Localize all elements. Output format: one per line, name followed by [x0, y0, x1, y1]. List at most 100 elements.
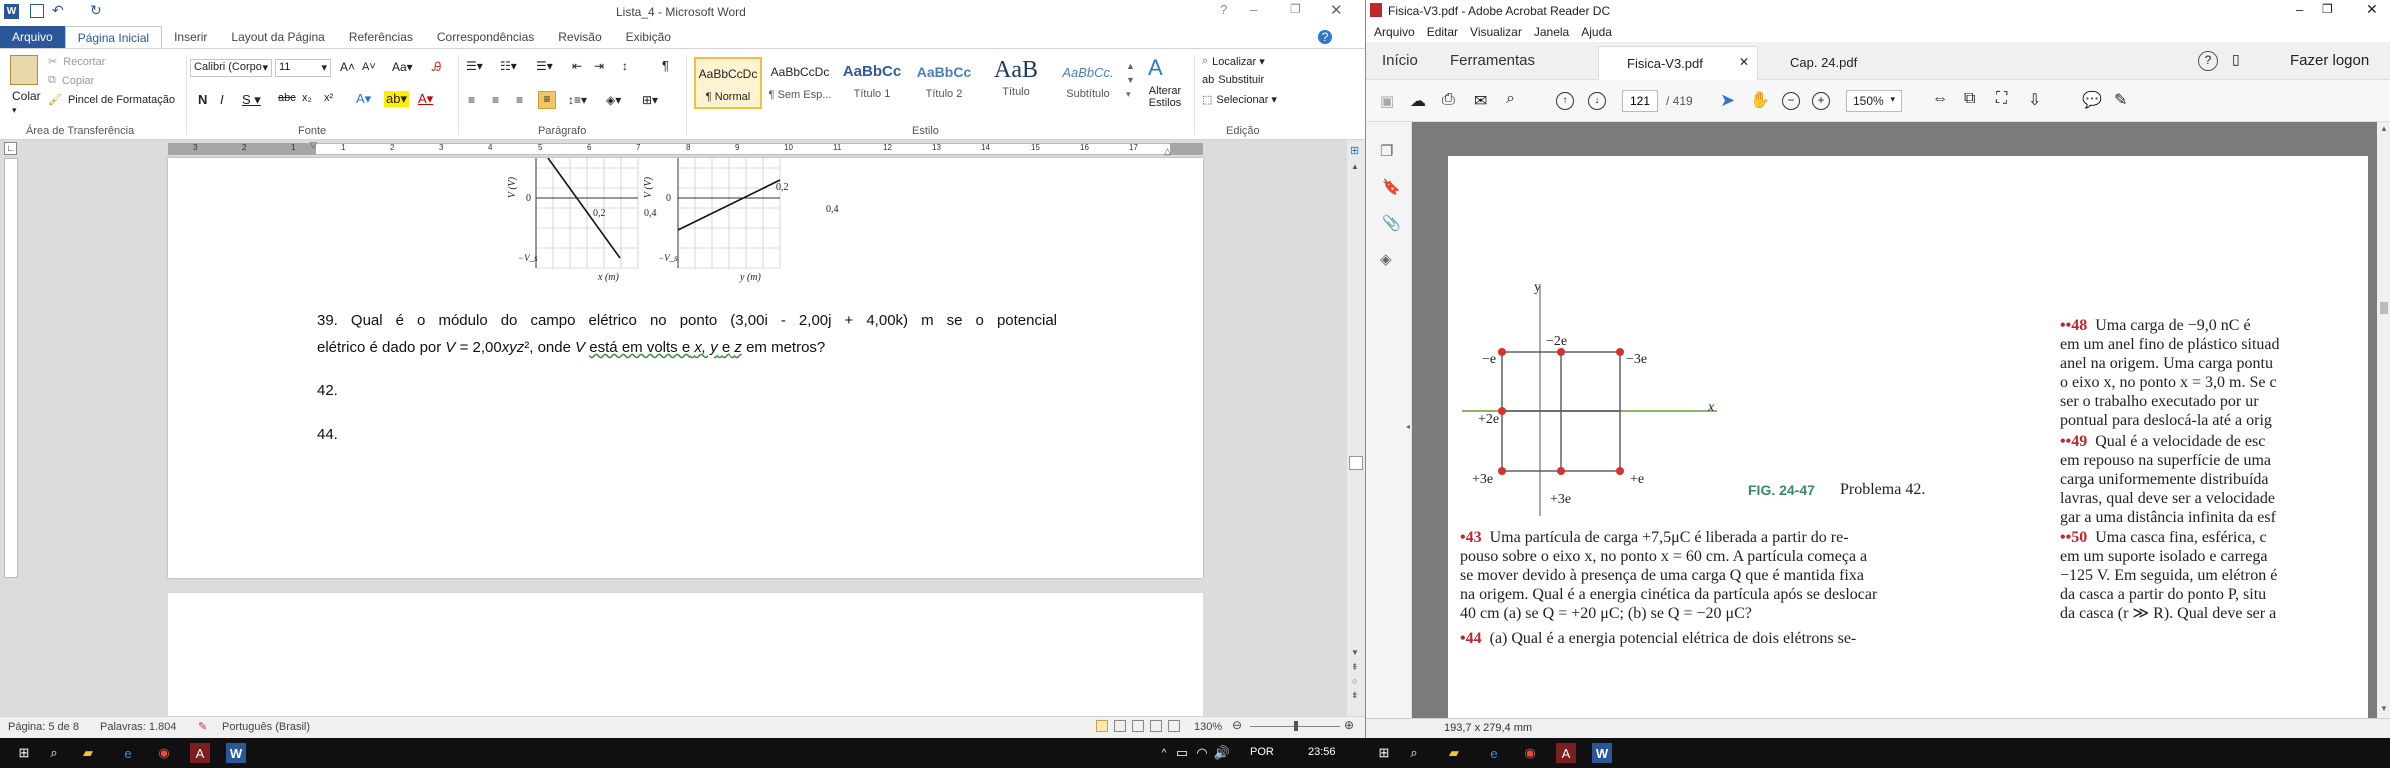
attachment-icon[interactable]: 📎: [1382, 214, 1401, 232]
clear-format-icon[interactable]: Ꭿ: [432, 59, 441, 75]
restore-icon[interactable]: ❐: [1290, 2, 1301, 16]
menu-ajuda[interactable]: Ajuda: [1581, 25, 1612, 39]
tab-layout[interactable]: Layout da Página: [219, 26, 336, 48]
search-icon-2[interactable]: ⌕: [1404, 743, 1424, 763]
align-left-icon[interactable]: ≡: [468, 93, 475, 107]
scroll-up-icon[interactable]: ▲: [1351, 162, 1359, 171]
full-screen-icon[interactable]: ⛶: [1996, 90, 2007, 108]
nav-inicio[interactable]: Início: [1382, 52, 1418, 69]
tab-close-icon[interactable]: ✕: [1739, 55, 1749, 69]
change-styles-button[interactable]: Alterar Estilos: [1144, 85, 1186, 109]
align-right-icon[interactable]: ≡: [516, 93, 523, 107]
tab-inserir[interactable]: Inserir: [162, 26, 219, 48]
word-count[interactable]: Palavras: 1.804: [100, 721, 176, 733]
line-spacing-icon[interactable]: ↕≡▾: [568, 93, 587, 107]
bookmark-icon[interactable]: 🔖: [1382, 178, 1401, 196]
bell-icon[interactable]: ▯: [2232, 51, 2240, 68]
document-page[interactable]: V (V) 0 −V_s 0,2 0,4 x (m) V (V) 0 −V_s …: [168, 158, 1203, 578]
edge-icon-2[interactable]: e: [1484, 743, 1504, 763]
decrease-indent-icon[interactable]: ⇤: [572, 59, 582, 73]
volume-icon[interactable]: 🔊: [1212, 743, 1232, 763]
italic-icon[interactable]: I: [220, 92, 224, 107]
style-heading-1[interactable]: AaBbCc Título 1: [838, 57, 906, 109]
acrobat-taskbar-icon-2[interactable]: A: [1556, 743, 1576, 763]
tab-fisica-v3[interactable]: Fisica-V3.pdf ✕: [1598, 46, 1758, 80]
hand-tool-icon[interactable]: ✋: [1750, 90, 1770, 110]
minimize-icon[interactable]: –: [2296, 2, 2303, 17]
justify-icon[interactable]: ≡: [538, 91, 556, 109]
acrobat-taskbar-icon[interactable]: A: [190, 743, 210, 763]
format-painter-button[interactable]: 🖌 Pincel de Formatação: [48, 93, 175, 107]
proofing-icon[interactable]: ✎: [198, 720, 207, 733]
print-icon[interactable]: ⎙: [1442, 91, 1455, 109]
close-icon[interactable]: ✕: [2366, 1, 2378, 18]
pdf-viewer[interactable]: y x −2e −e −3e +2e +3e +e +3e FIG. 24-47…: [1412, 122, 2377, 718]
right-indent-marker-icon[interactable]: △: [1164, 146, 1171, 157]
thumbnails-icon[interactable]: ❐: [1380, 142, 1393, 160]
tray-expand-icon[interactable]: ^: [1154, 743, 1174, 763]
word-taskbar-icon[interactable]: W: [226, 743, 246, 763]
font-color-icon[interactable]: A▾: [418, 91, 433, 107]
input-language[interactable]: POR: [1250, 746, 1274, 758]
scroll-up-icon[interactable]: ▲: [2380, 124, 2388, 133]
network-icon[interactable]: ▭: [1172, 743, 1192, 763]
scroll-thumb[interactable]: [1349, 456, 1363, 470]
show-marks-icon[interactable]: ¶: [662, 58, 669, 73]
paste-dropdown-icon[interactable]: ▾: [12, 105, 17, 116]
language[interactable]: Português (Brasil): [222, 721, 310, 733]
page-number-input[interactable]: [1622, 90, 1658, 112]
scroll-down-icon[interactable]: ▼: [1351, 648, 1359, 657]
ruler-toggle-icon[interactable]: ⊞: [1350, 144, 1359, 157]
next-page-icon[interactable]: ↓: [1588, 92, 1606, 110]
select-tool-icon[interactable]: ➤: [1720, 90, 1735, 111]
pdf-vertical-scrollbar[interactable]: ▲ ▼: [2377, 122, 2390, 718]
tab-cap-24[interactable]: Cap. 24.pdf: [1760, 46, 1920, 80]
strikethrough-icon[interactable]: abc: [278, 92, 296, 104]
underline-icon[interactable]: S ▾: [242, 92, 261, 108]
help-icon[interactable]: ?: [2198, 51, 2218, 71]
browse-object-icon[interactable]: ○: [1352, 676, 1357, 686]
outline-icon[interactable]: [1150, 720, 1162, 732]
shading-icon[interactable]: ◈▾: [606, 93, 621, 107]
search-icon[interactable]: ⌕: [44, 743, 64, 763]
find-button[interactable]: ⌕ Localizar ▾: [1202, 55, 1265, 68]
login-button[interactable]: Fazer logon: [2290, 52, 2369, 69]
numbering-icon[interactable]: ☷▾: [500, 59, 517, 73]
borders-icon[interactable]: ⊞▾: [642, 93, 658, 107]
style-heading-2[interactable]: AaBbCc Título 2: [910, 57, 978, 109]
paste-button[interactable]: Colar: [12, 89, 41, 103]
fit-width-icon[interactable]: ⇔: [1932, 90, 1948, 108]
zoom-out-icon[interactable]: −: [1782, 92, 1800, 110]
comment-icon[interactable]: 💬: [2082, 90, 2102, 110]
page-count[interactable]: Página: 5 de 8: [8, 721, 79, 733]
zoom-out-icon[interactable]: ⊖: [1232, 718, 1242, 732]
superscript-icon[interactable]: x²: [324, 92, 333, 104]
chrome-icon[interactable]: ◉: [154, 743, 174, 763]
multilevel-icon[interactable]: ☰▾: [536, 59, 553, 73]
expand-panel-icon[interactable]: ◂: [1406, 422, 1410, 431]
zoom-level[interactable]: 130%: [1194, 721, 1222, 733]
menu-arquivo[interactable]: Arquivo: [1374, 25, 1415, 39]
tab-pagina-inicial[interactable]: Página Inicial: [64, 26, 163, 48]
tab-correspondencias[interactable]: Correspondências: [425, 26, 546, 48]
bold-icon[interactable]: N: [198, 92, 207, 107]
menu-visualizar[interactable]: Visualizar: [1470, 25, 1522, 39]
style-normal[interactable]: AaBbCcDc ¶ Normal: [694, 57, 762, 109]
shrink-font-icon[interactable]: A˅: [362, 61, 376, 73]
next-page-icon[interactable]: ⇟: [1351, 690, 1359, 701]
file-explorer-icon-2[interactable]: ▰: [1444, 743, 1464, 763]
horizontal-ruler[interactable]: ∟ 3 2 1 1 2 3 4 5 6 7 8 9 10 11 12 13 14 15 16 17 ▽ △: [0, 140, 1365, 158]
wifi-icon[interactable]: ◠: [1192, 743, 1212, 763]
scroll-mode-icon[interactable]: ⇩: [2028, 90, 2041, 110]
styles-scroll-icon[interactable]: ▲ ▼ ▾: [1126, 59, 1135, 101]
web-layout-icon[interactable]: [1132, 720, 1144, 732]
file-explorer-icon[interactable]: ▰: [78, 743, 98, 763]
vertical-scrollbar[interactable]: ⊞ ▲ ▼ ⇞ ○ ⇟: [1347, 140, 1365, 716]
ribbon-options-icon[interactable]: ?: [1220, 2, 1227, 17]
save-icon[interactable]: ▣: [1380, 92, 1394, 110]
font-size-select[interactable]: 11 ▾: [275, 59, 331, 77]
style-subtitle[interactable]: AaBbCc. Subtítulo: [1054, 57, 1122, 109]
sort-icon[interactable]: ↕: [622, 59, 628, 73]
change-case-icon[interactable]: Aa▾: [392, 60, 413, 74]
scroll-thumb[interactable]: [2380, 302, 2388, 314]
